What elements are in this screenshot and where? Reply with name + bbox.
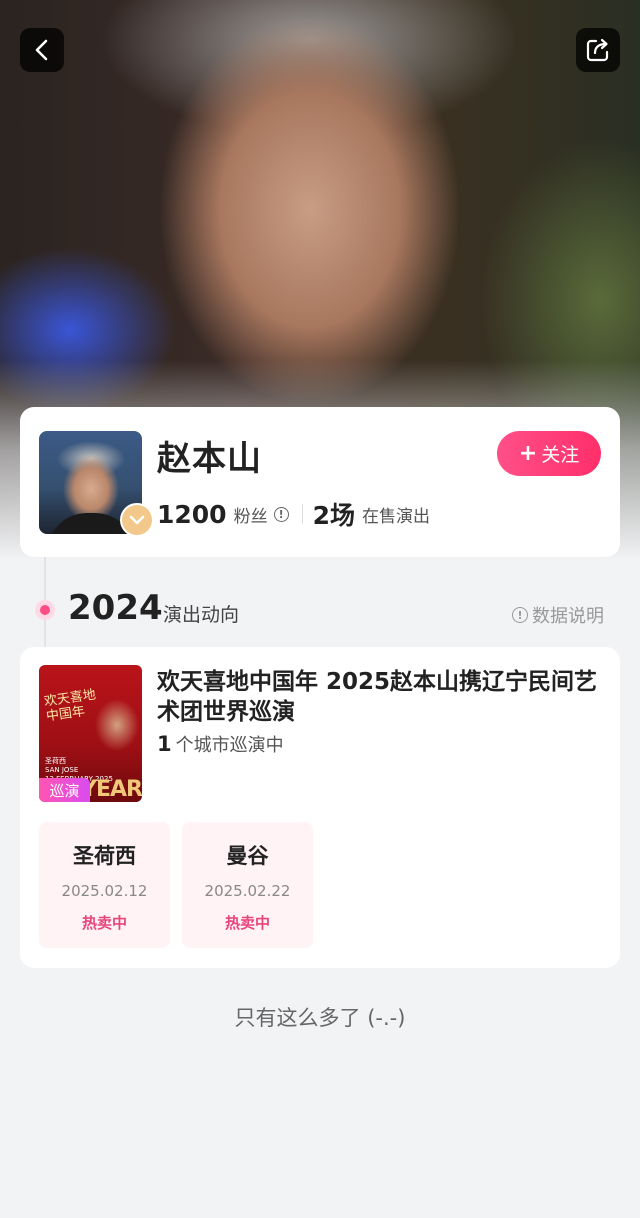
stat-divider bbox=[301, 504, 303, 524]
poster-sub-line2: SAN JOSE bbox=[45, 766, 79, 774]
show-poster[interactable]: 欢天喜地 中国年 圣荷西 SAN JOSE 12 FEBRUARY 2025 Y… bbox=[39, 665, 142, 802]
city-card[interactable]: 圣荷西 2025.02.12 热卖中 bbox=[39, 822, 170, 948]
info-icon: ! bbox=[512, 607, 528, 623]
share-icon bbox=[586, 38, 609, 62]
tour-tag: 巡演 bbox=[39, 778, 90, 802]
share-button[interactable] bbox=[576, 28, 620, 72]
show-card[interactable]: 欢天喜地 中国年 圣荷西 SAN JOSE 12 FEBRUARY 2025 Y… bbox=[20, 647, 620, 968]
show-city-count: 1 个城市巡演中 bbox=[157, 731, 284, 757]
artist-stats: 1200 粉丝 ! 2场 在售演出 bbox=[157, 499, 430, 531]
verified-badge-icon bbox=[120, 503, 154, 537]
end-of-list-text: 只有这么多了 (-.-) bbox=[234, 1006, 406, 1030]
shows-count: 2场 bbox=[312, 501, 355, 530]
city-name: 曼谷 bbox=[226, 844, 269, 868]
artist-name: 赵本山 bbox=[157, 439, 262, 479]
city-status: 热卖中 bbox=[81, 914, 127, 932]
timeline-dot bbox=[35, 600, 55, 620]
follow-button[interactable]: + 关注 bbox=[497, 431, 601, 476]
city-status: 热卖中 bbox=[224, 914, 270, 932]
poster-year-text: YEAR bbox=[81, 777, 142, 802]
data-note-link[interactable]: ! 数据说明 bbox=[512, 602, 604, 628]
show-title[interactable]: 欢天喜地中国年 2025赵本山携辽宁民间艺术团世界巡演 bbox=[157, 667, 602, 727]
fans-label: 粉丝 bbox=[233, 506, 268, 527]
back-button[interactable] bbox=[20, 28, 64, 72]
city-date: 2025.02.12 bbox=[61, 882, 148, 900]
section-title: 演出动向 bbox=[163, 604, 240, 626]
info-icon[interactable]: ! bbox=[273, 506, 289, 522]
city-count-label: 个城市巡演中 bbox=[175, 735, 284, 756]
city-date: 2025.02.22 bbox=[204, 882, 291, 900]
poster-title: 欢天喜地 中国年 bbox=[43, 688, 99, 725]
city-count-number: 1 bbox=[157, 732, 172, 756]
data-note-label: 数据说明 bbox=[532, 606, 604, 627]
artist-profile-card: 赵本山 + 关注 1200 粉丝 ! 2场 在售演出 bbox=[20, 407, 620, 557]
plus-icon: + bbox=[518, 441, 538, 466]
city-card[interactable]: 曼谷 2025.02.22 热卖中 bbox=[182, 822, 313, 948]
timeline-year: 2024 bbox=[68, 588, 163, 628]
chevron-left-icon bbox=[35, 39, 48, 61]
follow-label: 关注 bbox=[541, 444, 580, 466]
poster-sub-line1: 圣荷西 bbox=[45, 757, 66, 765]
fans-count: 1200 bbox=[157, 499, 227, 529]
shows-label: 在售演出 bbox=[362, 506, 430, 527]
city-name: 圣荷西 bbox=[73, 844, 136, 868]
